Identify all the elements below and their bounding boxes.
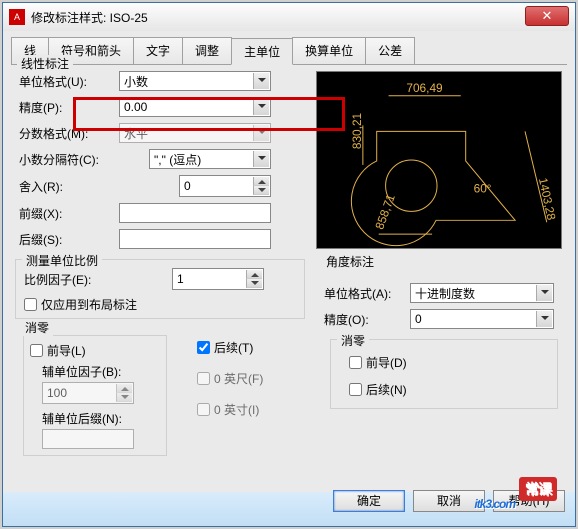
measure-scale-group: 测量单位比例 比例因子(E): 1 仅应用到布局标注: [15, 259, 305, 319]
precision-label: 精度(P):: [19, 99, 119, 116]
ang-precision-value: 0: [415, 312, 422, 326]
help-button[interactable]: 帮助(H): [493, 490, 565, 512]
dim-right: 1403,28: [536, 176, 559, 221]
leading-checkbox[interactable]: 前导(L): [30, 342, 160, 359]
ang-zero-group: 消零 前导(D) 后续(N): [330, 339, 558, 409]
angular-group-title: 角度标注: [322, 253, 378, 270]
title-bar: A 修改标注样式: ISO-25 ✕: [3, 3, 575, 31]
fraction-format-combo[interactable]: 水平: [119, 123, 271, 143]
ang-precision-label: 精度(O):: [324, 311, 410, 328]
apply-layout-checkbox[interactable]: 仅应用到布局标注: [24, 296, 296, 313]
scale-factor-spinner[interactable]: 1: [172, 268, 264, 290]
decimal-sep-combo[interactable]: "," (逗点): [149, 149, 271, 169]
sub-factor-label: 辅单位因子(B):: [42, 363, 160, 380]
spinner-buttons[interactable]: [253, 177, 269, 195]
dialog-window: A 修改标注样式: ISO-25 ✕ 线 符号和箭头 文字 调整 主单位 换算单…: [2, 2, 576, 527]
ang-unit-label: 单位格式(A):: [324, 285, 410, 302]
dialog-body: 线性标注 单位格式(U): 小数 精度(P): 0.00 分数格式(M): 水平: [11, 61, 567, 486]
angular-group: 角度标注 单位格式(A): 十进制度数 精度(O): 0 消零 前导(D) 后续…: [316, 261, 562, 431]
precision-combo[interactable]: 0.00: [119, 97, 271, 117]
window-title: 修改标注样式: ISO-25: [31, 9, 148, 26]
sub-factor-spinner[interactable]: 100: [42, 382, 134, 404]
ang-unit-combo[interactable]: 十进制度数: [410, 283, 554, 303]
inches-label: 0 英寸(I): [214, 401, 259, 418]
decimal-sep-value: "," (逗点): [154, 151, 201, 168]
scale-factor-label: 比例因子(E):: [24, 271, 124, 288]
suffix-label: 后缀(S):: [19, 231, 119, 248]
unit-format-value: 小数: [124, 73, 148, 90]
precision-value: 0.00: [124, 100, 147, 114]
ang-trailing-label: 后续(N): [366, 381, 407, 398]
tab-tolerance[interactable]: 公差: [365, 37, 415, 64]
sub-factor-value: 100: [47, 386, 67, 400]
ang-zero-title: 消零: [337, 332, 369, 349]
dim-angle: 60°: [474, 182, 492, 196]
tab-fit[interactable]: 调整: [182, 37, 232, 64]
unit-format-label: 单位格式(U):: [19, 73, 119, 90]
ang-unit-value: 十进制度数: [415, 285, 475, 302]
close-button[interactable]: ✕: [525, 6, 569, 26]
scale-factor-value: 1: [177, 272, 184, 286]
zero-sup-title: 消零: [21, 319, 53, 336]
dim-bottom: 858,71: [372, 192, 398, 231]
prefix-label: 前缀(X):: [19, 205, 119, 222]
fraction-format-label: 分数格式(M):: [19, 125, 119, 142]
ang-leading-label: 前导(D): [366, 354, 407, 371]
zero-sup-group: 消零 前导(L) 辅单位因子(B): 100 辅单位后缀(N): 后续(T) 0…: [15, 327, 305, 455]
spinner-buttons[interactable]: [116, 384, 132, 402]
preview-pane: 706,49 830,21 858,71 1403,28 60°: [316, 71, 562, 249]
chevron-down-icon: [253, 125, 269, 141]
ang-precision-combo[interactable]: 0: [410, 309, 554, 329]
trailing-label: 后续(T): [214, 339, 253, 356]
inches-checkbox[interactable]: 0 英寸(I): [197, 401, 297, 418]
roundoff-spinner[interactable]: 0: [179, 175, 271, 197]
tab-text[interactable]: 文字: [133, 37, 183, 64]
linear-group-title: 线性标注: [17, 55, 73, 72]
app-icon: A: [9, 9, 25, 25]
chevron-down-icon: [253, 73, 269, 89]
dialog-footer: 确定 取消 帮助(H): [3, 490, 575, 518]
tab-alt-units[interactable]: 换算单位: [292, 37, 366, 64]
ang-leading-checkbox[interactable]: 前导(D): [349, 354, 549, 371]
dim-top: 706,49: [406, 81, 443, 95]
roundoff-label: 舍入(R):: [19, 178, 119, 195]
cancel-button[interactable]: 取消: [413, 490, 485, 512]
sub-suffix-input[interactable]: [42, 429, 134, 449]
chevron-down-icon: [536, 285, 552, 301]
chevron-down-icon: [253, 151, 269, 167]
roundoff-value: 0: [184, 179, 191, 193]
decimal-sep-label: 小数分隔符(C):: [19, 151, 119, 168]
spinner-buttons[interactable]: [246, 270, 262, 288]
chevron-down-icon: [253, 99, 269, 115]
unit-format-combo[interactable]: 小数: [119, 71, 271, 91]
apply-layout-label: 仅应用到布局标注: [41, 296, 137, 313]
feet-label: 0 英尺(F): [214, 370, 263, 387]
trailing-checkbox[interactable]: 后续(T): [197, 339, 297, 356]
sub-suffix-label: 辅单位后缀(N):: [42, 410, 160, 427]
leading-label: 前导(L): [47, 342, 86, 359]
ang-trailing-checkbox[interactable]: 后续(N): [349, 381, 549, 398]
ok-button[interactable]: 确定: [333, 490, 405, 512]
measure-scale-title: 测量单位比例: [22, 252, 102, 269]
chevron-down-icon: [536, 311, 552, 327]
suffix-input[interactable]: [119, 229, 271, 249]
feet-checkbox[interactable]: 0 英尺(F): [197, 370, 297, 387]
prefix-input[interactable]: [119, 203, 271, 223]
linear-group: 线性标注 单位格式(U): 小数 精度(P): 0.00 分数格式(M): 水平: [11, 63, 307, 251]
fraction-format-value: 水平: [124, 125, 148, 142]
dim-left: 830,21: [350, 112, 364, 149]
